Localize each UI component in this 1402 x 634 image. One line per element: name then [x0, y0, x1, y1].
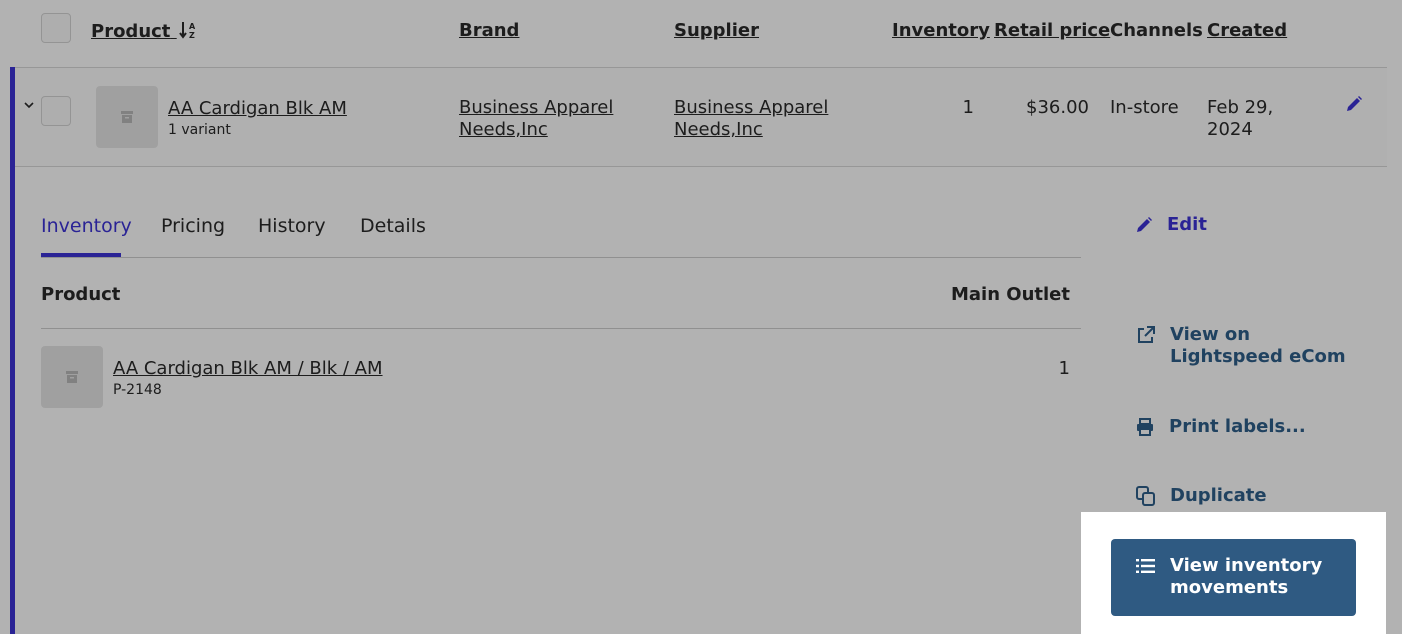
view-inventory-movements-label: View inventory movements	[1170, 555, 1340, 599]
selected-row-indicator	[10, 67, 15, 634]
sort-created-header[interactable]: Created	[1207, 20, 1287, 41]
sort-inventory-header[interactable]: Inventory	[892, 20, 990, 41]
tab-pricing[interactable]: Pricing	[161, 215, 225, 237]
channels-value: In-store	[1110, 97, 1179, 118]
channels-header: Channels	[1110, 20, 1203, 41]
created-line-2: 2024	[1207, 119, 1253, 140]
print-labels-button[interactable]: Print labels...	[1169, 416, 1306, 438]
table-header: Product A Z Brand Supplier Inventory Ret…	[0, 0, 1402, 67]
view-inventory-movements-button[interactable]: View inventory movements	[1111, 539, 1356, 616]
edit-button[interactable]: Edit	[1167, 214, 1207, 236]
supplier-line-1: Business Apparel	[674, 97, 829, 118]
select-all-checkbox[interactable]	[41, 13, 71, 43]
sort-brand-header[interactable]: Brand	[459, 20, 519, 41]
sort-retail-price-header[interactable]: Retail price	[994, 20, 1110, 41]
inventory-col-outlet: Main Outlet	[950, 284, 1070, 305]
movements-line-1: View inventory	[1170, 555, 1323, 576]
variant-sku: P-2148	[113, 382, 162, 398]
duplicate-button[interactable]: Duplicate	[1170, 485, 1267, 507]
sort-az-icon: A Z	[178, 22, 196, 40]
row-checkbox[interactable]	[41, 96, 71, 126]
variant-name-link[interactable]: AA Cardigan Blk AM / Blk / AM	[113, 358, 383, 380]
variant-count: 1 variant	[168, 122, 231, 138]
printer-icon	[1137, 418, 1153, 436]
tab-details[interactable]: Details	[360, 215, 426, 237]
chevron-down-icon[interactable]	[23, 100, 35, 110]
product-thumbnail	[96, 86, 158, 148]
sort-supplier-header[interactable]: Supplier	[674, 20, 759, 41]
tab-inventory[interactable]: Inventory	[41, 215, 132, 237]
list-icon	[1136, 559, 1155, 573]
product-list-page: Product A Z Brand Supplier Inventory Ret…	[0, 0, 1402, 634]
image-placeholder-icon	[66, 371, 78, 383]
variant-outlet-qty: 1	[1058, 358, 1070, 379]
sort-product-header[interactable]: Product A Z	[91, 20, 197, 42]
svg-text:A: A	[189, 22, 196, 31]
inventory-count: 1	[962, 97, 974, 118]
created-line-1: Feb 29,	[1207, 97, 1274, 118]
duplicate-icon	[1136, 486, 1155, 506]
view-on-line-1: View on	[1170, 324, 1251, 345]
movements-line-2: movements	[1170, 577, 1289, 598]
product-name-link[interactable]: AA Cardigan Blk AM	[168, 98, 347, 120]
brand-line-1: Business Apparel	[459, 97, 614, 118]
variant-thumbnail	[41, 346, 103, 408]
header-product-label: Product	[91, 21, 171, 42]
inventory-col-product: Product	[41, 284, 121, 305]
external-link-icon	[1138, 326, 1155, 343]
svg-text:Z: Z	[189, 31, 195, 40]
created-date: Feb 29, 2024	[1207, 97, 1273, 141]
supplier-link[interactable]: Business Apparel Needs,Inc	[674, 97, 828, 141]
inventory-header-divider	[41, 328, 1081, 329]
view-on-line-2: Lightspeed eCom	[1170, 346, 1346, 367]
pencil-icon	[1137, 217, 1152, 232]
image-placeholder-icon	[121, 111, 133, 123]
brand-line-2: Needs,Inc	[459, 119, 548, 140]
edit-pencil-icon[interactable]	[1345, 95, 1363, 113]
view-on-ecom-button[interactable]: View on Lightspeed eCom	[1170, 324, 1346, 368]
tab-history[interactable]: History	[258, 215, 326, 237]
supplier-line-2: Needs,Inc	[674, 119, 763, 140]
brand-link[interactable]: Business Apparel Needs,Inc	[459, 97, 613, 141]
tabs-divider	[41, 257, 1081, 258]
retail-price: $36.00	[1026, 97, 1089, 118]
